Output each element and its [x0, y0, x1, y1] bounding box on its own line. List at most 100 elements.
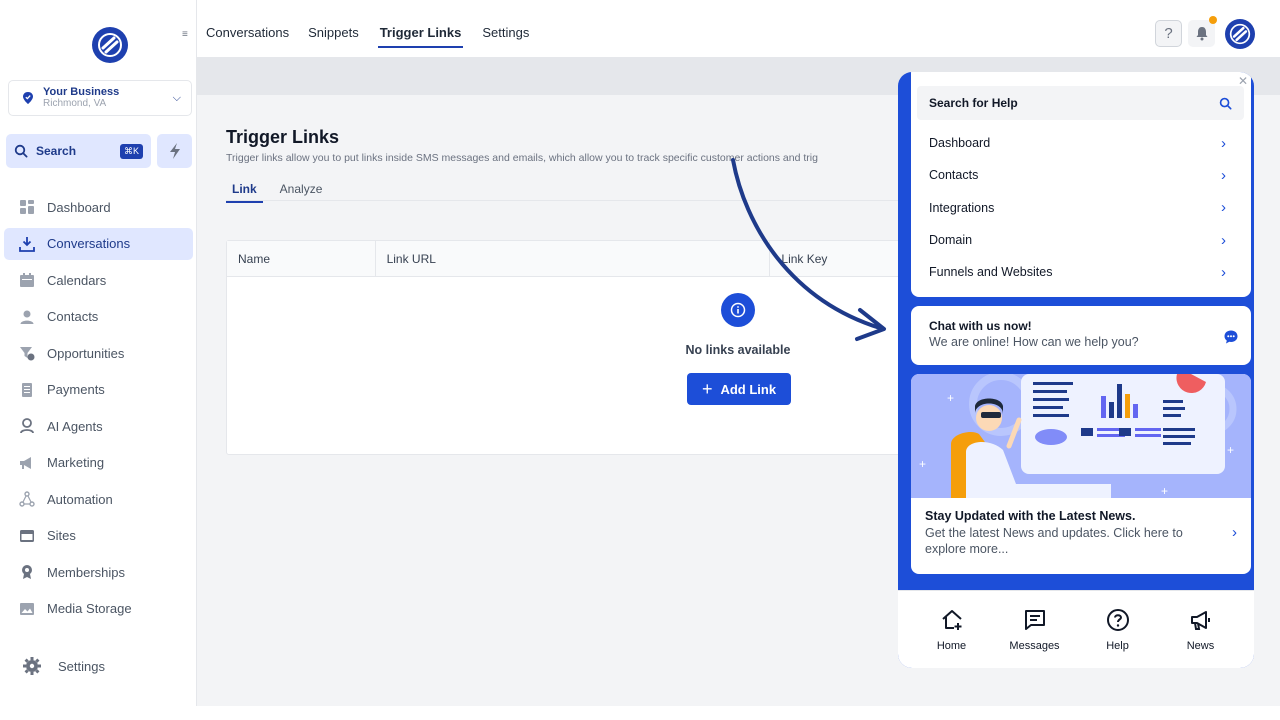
business-switcher[interactable]: Your Business Richmond, VA ⌵: [8, 80, 192, 116]
news-card[interactable]: + + + + Stay Updated with the Latest New…: [911, 374, 1251, 574]
chevron-down-icon: ⌵: [172, 91, 181, 104]
sidebar-item-label: Opportunities: [47, 345, 125, 361]
sidebar-item-ai-agents[interactable]: AI Agents: [4, 410, 193, 442]
chevron-right-icon: ›: [1221, 134, 1226, 152]
top-bar: ≡ Conversations Snippets Trigger Links S…: [182, 0, 1280, 58]
empty-state-text: No links available: [685, 343, 791, 357]
help-topic-integrations[interactable]: Integrations ›: [917, 192, 1244, 224]
chat-card[interactable]: Chat with us now! We are online! How can…: [911, 306, 1251, 365]
settings-label: Settings: [58, 658, 105, 674]
widget-nav-home[interactable]: Home: [917, 608, 987, 652]
sidebar-item-marketing[interactable]: Marketing: [4, 447, 193, 479]
svg-text:+: +: [1227, 443, 1234, 457]
help-button[interactable]: ?: [1155, 20, 1182, 47]
help-icon: ?: [1164, 25, 1173, 42]
sidebar-item-opportunities[interactable]: Opportunities: [4, 337, 193, 369]
sidebar-item-conversations[interactable]: Conversations: [4, 227, 193, 260]
sidebar-item-settings[interactable]: Settings: [22, 656, 105, 676]
sidebar-item-contacts[interactable]: Contacts: [4, 301, 193, 333]
sidebar-item-memberships[interactable]: Memberships: [4, 556, 193, 588]
messages-icon: [1023, 608, 1047, 632]
search-icon: [1219, 97, 1232, 110]
chevron-right-icon: ›: [1221, 231, 1226, 249]
chevron-right-icon: ›: [1221, 166, 1226, 184]
table-header: Name Link URL Link Key: [227, 241, 915, 277]
widget-nav-help[interactable]: Help: [1083, 608, 1153, 652]
chat-subtitle: We are online! How can we help you?: [929, 335, 1139, 349]
calendar-icon: [18, 271, 36, 289]
help-topic-label: Integrations: [929, 200, 995, 215]
widget-nav-label: Help: [1106, 639, 1129, 652]
sidebar-item-label: Calendars: [47, 272, 107, 288]
payments-icon: [18, 381, 36, 399]
help-topics-list: Dashboard › Contacts › Integrations › Domai…: [917, 127, 1244, 288]
opportunities-icon: [18, 344, 36, 362]
sidebar-item-label: Contacts: [47, 309, 99, 324]
help-search[interactable]: Search for Help: [917, 86, 1244, 120]
search-icon: [14, 144, 28, 158]
help-topic-label: Domain: [929, 233, 973, 248]
notifications-button[interactable]: [1188, 20, 1215, 47]
brand-logo-icon[interactable]: [92, 27, 128, 63]
widget-nav-news[interactable]: News: [1166, 608, 1236, 652]
help-topic-domain[interactable]: Domain ›: [917, 224, 1244, 256]
chat-bubble-icon: [1224, 330, 1238, 344]
plus-icon: +: [701, 379, 713, 399]
sidebar-item-sites[interactable]: Sites: [4, 520, 193, 552]
svg-text:+: +: [1161, 484, 1168, 498]
sidebar-item-label: Dashboard: [47, 199, 111, 215]
links-table: Name Link URL Link Key No links availabl…: [226, 240, 916, 455]
add-link-button[interactable]: + Add Link: [687, 373, 791, 405]
help-topic-contacts[interactable]: Contacts ›: [917, 159, 1244, 191]
sidebar-item-label: AI Agents: [47, 418, 103, 434]
widget-bottom-nav: Home Messages Help News: [898, 590, 1254, 668]
business-location: Richmond, VA: [43, 97, 107, 109]
sidebar-item-label: Marketing: [47, 455, 105, 470]
quick-actions-button[interactable]: [157, 134, 192, 168]
brand-logo-icon: [1229, 23, 1251, 45]
chevron-right-icon: ›: [1232, 524, 1237, 541]
sidebar-item-calendars[interactable]: Calendars: [4, 264, 193, 296]
memberships-icon: [18, 563, 36, 581]
ai-agents-icon: [18, 417, 36, 435]
chat-title: Chat with us now!: [929, 319, 1032, 333]
help-circle-icon: [1106, 608, 1130, 632]
svg-text:+: +: [919, 457, 926, 471]
chevron-right-icon: ›: [1221, 199, 1226, 217]
search-label: Search: [36, 144, 77, 158]
sidebar: Your Business Richmond, VA ⌵ Search ⌘K D…: [0, 0, 197, 706]
gear-icon: [23, 657, 41, 675]
marketing-icon: [18, 454, 36, 472]
tab-trigger-links[interactable]: Trigger Links: [377, 25, 464, 48]
sidebar-item-media-storage[interactable]: Media Storage: [4, 593, 193, 625]
widget-nav-label: Messages: [1009, 639, 1060, 652]
help-topic-label: Contacts: [929, 168, 979, 183]
help-topic-funnels[interactable]: Funnels and Websites ›: [917, 256, 1244, 288]
sidebar-item-automation[interactable]: Automation: [4, 483, 193, 515]
divider: [226, 200, 906, 201]
help-widget: ✕ Search for Help Dashboard › Contacts › I…: [898, 72, 1254, 668]
conversations-icon: [18, 235, 36, 253]
menu-icon[interactable]: ≡: [182, 29, 188, 40]
tab-conversations[interactable]: Conversations: [206, 25, 289, 48]
sidebar-item-label: Payments: [47, 382, 105, 397]
megaphone-icon: [1189, 608, 1213, 632]
automation-icon: [18, 490, 36, 508]
column-header-link-url: Link URL: [376, 241, 771, 276]
widget-nav-label: Home: [936, 639, 967, 652]
widget-nav-messages[interactable]: Messages: [1000, 608, 1070, 652]
sidebar-item-dashboard[interactable]: Dashboard: [4, 191, 193, 223]
sidebar-item-payments[interactable]: Payments: [4, 374, 193, 406]
profile-avatar[interactable]: [1225, 19, 1255, 49]
news-illustration: + + + +: [911, 374, 1251, 498]
tab-settings[interactable]: Settings: [482, 25, 529, 48]
help-topic-dashboard[interactable]: Dashboard ›: [917, 127, 1244, 159]
top-tabs: Conversations Snippets Trigger Links Set…: [206, 25, 529, 48]
info-icon: [721, 293, 755, 327]
sidebar-item-label: Conversations: [47, 236, 131, 251]
dashboard-icon: [18, 198, 36, 216]
lightning-icon: [169, 143, 180, 159]
sidebar-item-label: Automation: [47, 491, 113, 507]
sidebar-search-button[interactable]: Search ⌘K: [6, 134, 151, 168]
tab-snippets[interactable]: Snippets: [308, 25, 359, 48]
